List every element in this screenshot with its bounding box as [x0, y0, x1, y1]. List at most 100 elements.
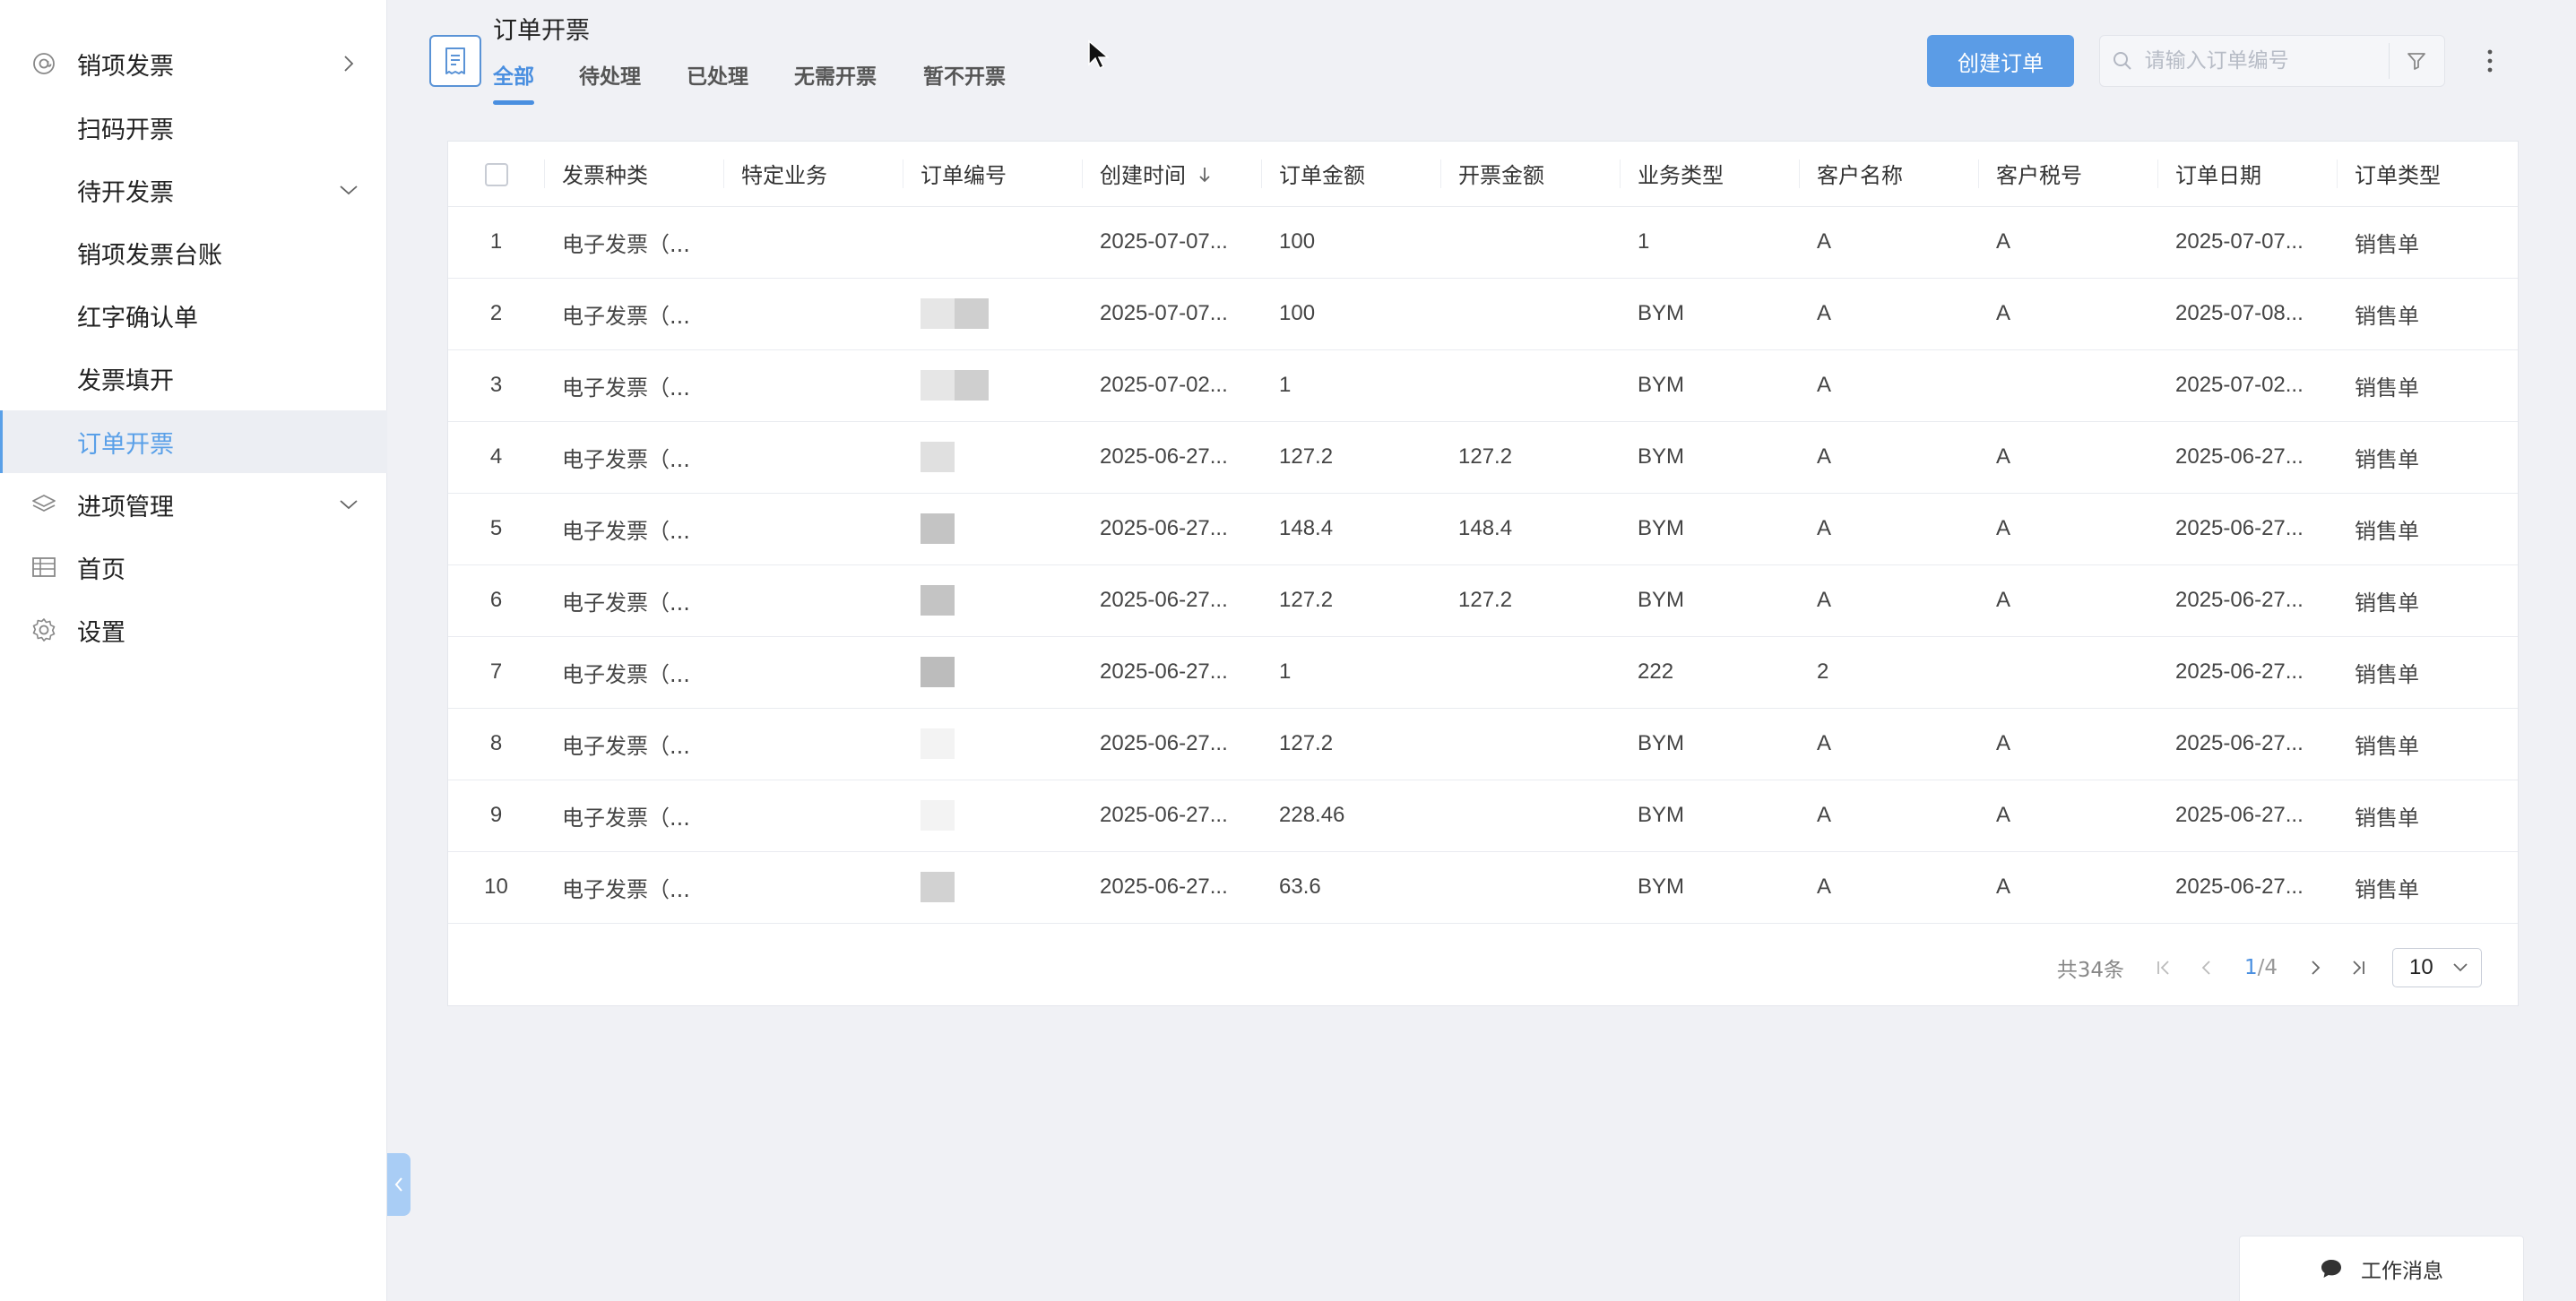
column-header-sortable[interactable]: 创建时间	[1082, 142, 1261, 207]
sidebar-item-invoice-fill[interactable]: 发票填开	[0, 347, 387, 409]
cell-order-date: 2025-06-27...	[2157, 493, 2337, 565]
cell-created: 2025-06-27...	[1082, 493, 1261, 565]
table-row[interactable]: 7 电子发票（... 2025-06-27... 1 222 2 2025-06-27...…	[448, 636, 2518, 709]
sidebar-collapse-button[interactable]	[387, 1153, 411, 1216]
work-message-button[interactable]: 工作消息	[2239, 1236, 2524, 1301]
chevron-right-icon	[2312, 961, 2321, 975]
sidebar-item-label: 设置	[77, 618, 125, 647]
row-index: 3	[448, 349, 544, 422]
table-row[interactable]: 1 电子发票（... 2025-07-07... 100 1 A A 2025-07-07..…	[448, 206, 2518, 279]
vertical-dots-icon	[2487, 49, 2493, 73]
work-message-label: 工作消息	[2361, 1260, 2443, 1283]
sidebar-item-red-confirmation[interactable]: 红字确认单	[0, 284, 387, 347]
table-row[interactable]: 4 电子发票（... 2025-06-27... 127.2 127.2 BYM A A 202…	[448, 421, 2518, 494]
gear-icon	[30, 616, 57, 643]
chevron-left-icon	[2201, 961, 2210, 975]
sidebar-item-scan-invoice[interactable]: 扫码开票	[0, 96, 387, 159]
redacted-order-number	[921, 298, 989, 329]
cell-customer: A	[1799, 780, 1978, 852]
search-input[interactable]	[2144, 36, 2389, 86]
cell-special	[723, 780, 903, 852]
cell-customer: A	[1799, 493, 1978, 565]
sidebar-item-pending-invoice[interactable]: 待开发票	[0, 159, 387, 221]
prev-page-button[interactable]	[2185, 947, 2228, 988]
tab-no-invoice-needed[interactable]: 无需开票	[794, 59, 877, 111]
table-row[interactable]: 5 电子发票（... 2025-06-27... 148.4 148.4 BYM A A 202…	[448, 493, 2518, 565]
cell-order-date: 2025-07-02...	[2157, 349, 2337, 422]
first-page-button[interactable]	[2142, 947, 2185, 988]
page-size-value: 10	[2409, 955, 2433, 979]
sidebar-item-label: 待开发票	[77, 178, 174, 207]
cell-order-type: 销售单	[2337, 851, 2518, 924]
cell-amount: 148.4	[1261, 493, 1440, 565]
more-options-button[interactable]	[2476, 35, 2504, 87]
cell-customer: A	[1799, 851, 1978, 924]
row-index: 1	[448, 206, 544, 279]
sidebar-item-order-invoice[interactable]: 订单开票	[0, 410, 387, 473]
cell-invoice-amount: 148.4	[1440, 493, 1620, 565]
page-size-select[interactable]: 10	[2392, 948, 2482, 987]
receipt-icon	[429, 35, 481, 87]
tab-pending[interactable]: 待处理	[579, 59, 641, 111]
cell-kind: 电子发票（...	[544, 349, 723, 422]
row-index: 8	[448, 708, 544, 780]
cell-created: 2025-06-27...	[1082, 564, 1261, 637]
table-row[interactable]: 8 电子发票（... 2025-06-27... 127.2 BYM A A 2025-06-…	[448, 708, 2518, 780]
chat-bubble-icon	[2320, 1258, 2343, 1279]
cell-order-date: 2025-06-27...	[2157, 708, 2337, 780]
create-order-button[interactable]: 创建订单	[1927, 35, 2074, 87]
cell-tax-no	[1978, 636, 2157, 709]
cell-order-date: 2025-06-27...	[2157, 780, 2337, 852]
cell-biz-type: BYM	[1620, 851, 1799, 924]
sidebar-item-settings[interactable]: 设置	[0, 599, 387, 661]
cell-amount: 100	[1261, 278, 1440, 350]
sort-down-icon[interactable]	[1198, 164, 1211, 189]
tab-all[interactable]: 全部	[493, 59, 534, 111]
redacted-order-number	[921, 513, 955, 544]
cell-order-no	[903, 493, 1082, 565]
cell-created: 2025-07-02...	[1082, 349, 1261, 422]
tab-processed[interactable]: 已处理	[687, 59, 748, 111]
sidebar-item-label: 订单开票	[77, 430, 174, 459]
cell-kind: 电子发票（...	[544, 564, 723, 637]
cell-amount: 127.2	[1261, 708, 1440, 780]
cell-tax-no: A	[1978, 564, 2157, 637]
cell-order-date: 2025-07-07...	[2157, 206, 2337, 279]
sidebar-item-input-management[interactable]: 进项管理	[0, 473, 387, 536]
cell-special	[723, 206, 903, 279]
cell-special	[723, 421, 903, 494]
sidebar-item-label: 销项发票台账	[77, 241, 222, 270]
row-index: 7	[448, 636, 544, 709]
cell-order-no	[903, 780, 1082, 852]
cell-special	[723, 564, 903, 637]
table-row[interactable]: 3 电子发票（... 2025-07-02... 1 BYM A 2025-07-02...…	[448, 349, 2518, 422]
chevron-down-icon	[335, 491, 362, 518]
table-row[interactable]: 6 电子发票（... 2025-06-27... 127.2 127.2 BYM A A 202…	[448, 564, 2518, 637]
row-index: 9	[448, 780, 544, 852]
cell-tax-no: A	[1978, 206, 2157, 279]
row-index: 5	[448, 493, 544, 565]
cell-order-no	[903, 206, 1082, 279]
column-label: 创建时间	[1100, 163, 1186, 189]
filter-icon[interactable]	[2390, 35, 2444, 87]
sidebar-item-sales-invoice[interactable]: 销项发票	[0, 32, 387, 95]
next-page-button[interactable]	[2294, 947, 2337, 988]
cell-amount: 127.2	[1261, 564, 1440, 637]
current-page: 1	[2243, 956, 2258, 979]
row-index: 6	[448, 564, 544, 637]
cell-kind: 电子发票（...	[544, 851, 723, 924]
select-all-checkbox[interactable]	[484, 162, 508, 186]
table-row[interactable]: 9 电子发票（... 2025-06-27... 228.46 BYM A A 2025-06…	[448, 780, 2518, 852]
table-icon	[30, 554, 57, 581]
cell-kind: 电子发票（...	[544, 636, 723, 709]
sidebar-item-sales-ledger[interactable]: 销项发票台账	[0, 221, 387, 284]
cell-special	[723, 493, 903, 565]
table-row[interactable]: 2 电子发票（... 2025-07-07... 100 BYM A A 2025-07-08…	[448, 278, 2518, 350]
search-icon	[2100, 35, 2145, 87]
redacted-order-number	[921, 657, 955, 687]
sidebar-item-home[interactable]: 首页	[0, 536, 387, 599]
tab-defer-invoice[interactable]: 暂不开票	[923, 59, 1006, 111]
cell-tax-no	[1978, 349, 2157, 422]
table-row[interactable]: 10 电子发票（... 2025-06-27... 63.6 BYM A A 2025-06-…	[448, 851, 2518, 924]
last-page-button[interactable]	[2337, 947, 2380, 988]
